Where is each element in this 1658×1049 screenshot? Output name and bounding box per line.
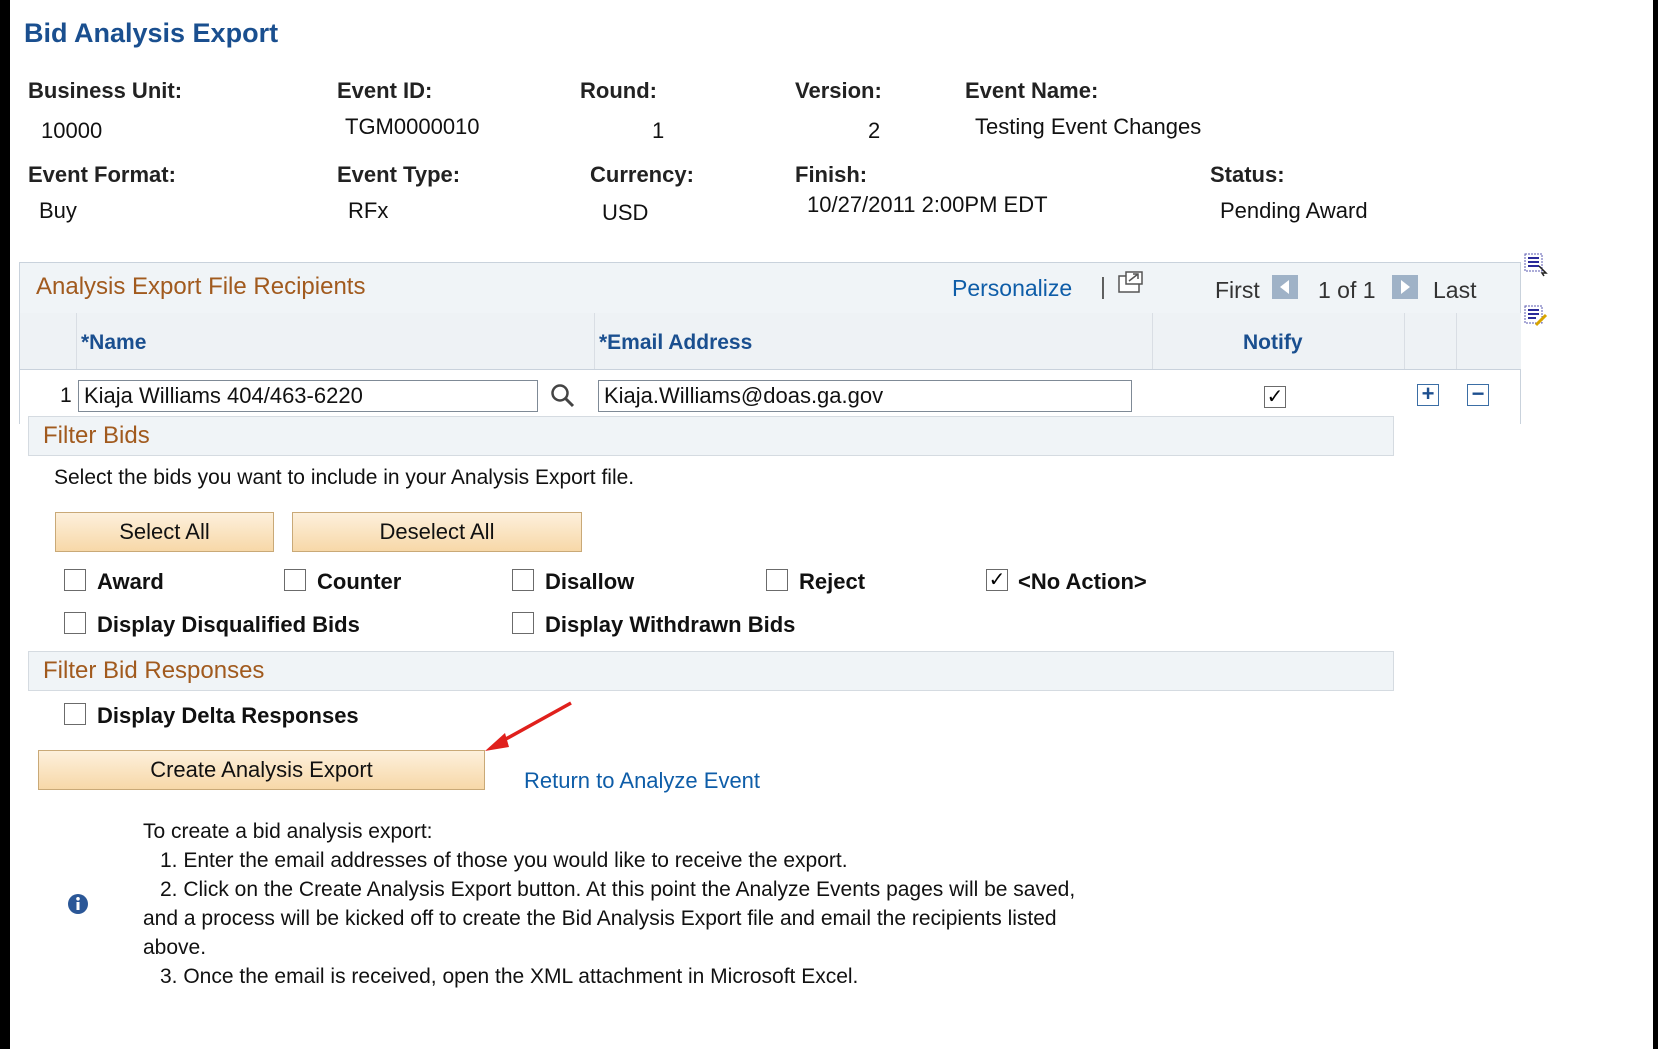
find-in-grid-icon[interactable] [1524,253,1548,277]
event-format-label: Event Format: [28,162,176,187]
help-intro: To create a bid analysis export: [143,820,433,843]
filter-bids-title: Filter Bids [43,422,150,449]
next-arrow-icon[interactable] [1392,275,1418,299]
info-icon [68,894,88,914]
col-notify-label: Notify [1243,331,1303,354]
disallow-label: Disallow [545,569,635,594]
award-checkbox[interactable] [64,569,86,591]
col-notify: Notify [1152,313,1405,369]
event-format-value: Buy [39,198,77,223]
col-row-num [20,313,76,369]
page-info: 1 of 1 [1318,277,1376,303]
event-name-label: Event Name: [965,78,1099,103]
event-type-value: RFx [348,198,389,223]
return-to-analyze-event-link[interactable]: Return to Analyze Event [524,768,760,794]
reject-checkbox[interactable] [766,569,788,591]
status-value: Pending Award [1220,198,1368,223]
round-value: 1 [652,118,665,143]
col-email-label: *Email Address [599,331,753,354]
prev-arrow-icon[interactable] [1272,275,1298,299]
help-step-3: 3. Once the email is received, open the … [160,965,859,988]
create-analysis-export-button[interactable]: Create Analysis Export [38,750,485,790]
award-label: Award [97,569,164,594]
event-id-value: TGM0000010 [345,114,480,139]
help-step-1: 1. Enter the email addresses of those yo… [160,849,848,872]
delta-responses-label: Display Delta Responses [97,703,359,728]
personalize-link[interactable]: Personalize [952,275,1072,302]
download-grid-icon[interactable] [1524,305,1548,329]
finish-label: Finish: [795,162,868,187]
disallow-checkbox[interactable] [512,569,534,591]
version-label: Version: [795,78,882,103]
withdrawn-checkbox[interactable] [512,612,534,634]
help-step-2c: above. [143,936,207,959]
select-all-button[interactable]: Select All [55,512,274,552]
no-action-label: <No Action> [1018,569,1147,594]
page-canvas: Bid Analysis Export Business Unit: 10000… [10,0,1653,1049]
finish-value: 10/27/2011 2:00PM EDT [807,192,1048,217]
counter-label: Counter [317,569,402,594]
grid-title: Analysis Export File Recipients [36,273,366,300]
grid-nav-separator: | [1100,273,1106,299]
add-row-button[interactable]: + [1417,383,1439,406]
col-delete [1456,313,1521,369]
delta-responses-checkbox[interactable] [64,703,86,725]
search-icon[interactable] [550,383,576,409]
version-value: 2 [868,118,881,143]
event-name-value: Testing Event Changes [975,114,1202,139]
round-label: Round: [580,78,657,103]
help-step-2b: and a process will be kicked off to crea… [143,907,1057,930]
no-action-checkbox[interactable]: ✓ [986,569,1008,591]
filter-responses-title: Filter Bid Responses [43,657,265,684]
row-number: 1 [60,384,72,407]
last-label: Last [1433,277,1477,303]
recipient-name-input[interactable]: Kiaja Williams 404/463-6220 [78,380,538,412]
col-name-label: *Name [81,331,147,354]
col-email: *Email Address [594,313,1153,369]
notify-checkbox[interactable]: ✓ [1264,386,1286,408]
filter-bids-header: Filter Bids [28,416,1394,456]
event-type-label: Event Type: [337,162,461,187]
view-all-icon[interactable] [1118,271,1144,295]
currency-value: USD [602,200,649,225]
filter-responses-header: Filter Bid Responses [28,651,1394,691]
business-unit-label: Business Unit: [28,78,183,103]
event-id-label: Event ID: [337,78,433,103]
grid-header-bar: Analysis Export File Recipients Personal… [20,263,1520,313]
disqualified-checkbox[interactable] [64,612,86,634]
currency-label: Currency: [590,162,694,187]
first-label: First [1215,277,1260,303]
reject-label: Reject [799,569,866,594]
col-name: *Name [76,313,595,369]
help-step-2a: 2. Click on the Create Analysis Export b… [160,878,1076,901]
recipient-email-input[interactable]: Kiaja.Williams@doas.ga.gov [598,380,1132,412]
filter-bids-instructions: Select the bids you want to include in y… [54,466,635,489]
disqualified-label: Display Disqualified Bids [97,612,360,637]
deselect-all-button[interactable]: Deselect All [292,512,582,552]
page-title: Bid Analysis Export [24,18,279,48]
business-unit-value: 10000 [41,118,103,143]
withdrawn-label: Display Withdrawn Bids [545,612,796,637]
delete-row-button[interactable]: − [1467,383,1489,406]
recipients-grid: Analysis Export File Recipients Personal… [19,262,1521,424]
annotation-arrow-icon [485,701,572,751]
status-label: Status: [1210,162,1285,187]
counter-checkbox[interactable] [284,569,306,591]
col-add [1404,313,1457,369]
